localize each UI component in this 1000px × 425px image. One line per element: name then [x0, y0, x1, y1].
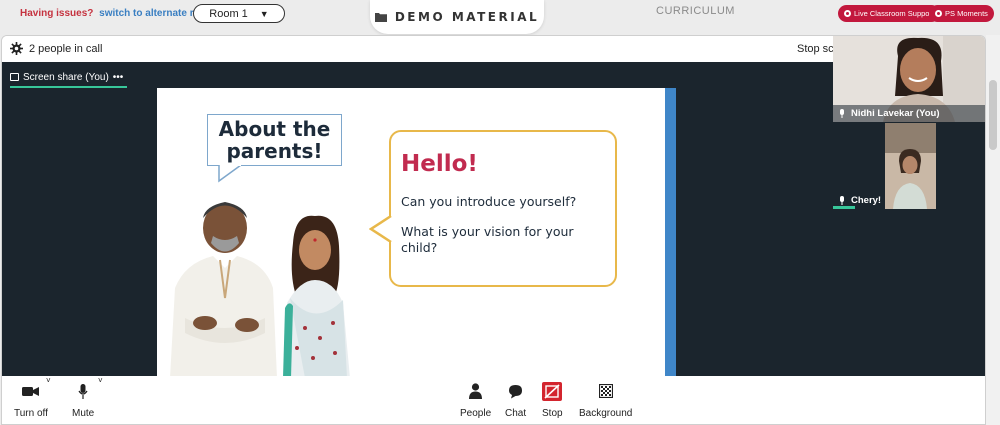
tab-demo-material[interactable]: DEMO MATERIAL [370, 0, 544, 34]
hello-heading: Hello! [401, 151, 478, 177]
live-support-button[interactable]: Live Classroom Support [838, 5, 941, 22]
participant-name-chery: Chery! [851, 195, 882, 206]
issues-notice: Having issues? switch to alternate room [20, 8, 215, 19]
about-parents-box: About the parents! [207, 114, 342, 166]
tab-curriculum[interactable]: CURRICULUM [656, 5, 735, 17]
stop-share-button[interactable]: Stop [542, 380, 563, 419]
people-button[interactable]: People [460, 380, 491, 419]
ps-moments-label: PS Moments [945, 9, 988, 18]
speaking-indicator [833, 206, 855, 209]
people-icon [469, 383, 483, 399]
moments-icon [935, 10, 942, 17]
parents-photo [170, 202, 350, 376]
more-options-icon[interactable]: ••• [113, 72, 124, 83]
live-support-label: Live Classroom Support [854, 9, 935, 18]
video-camera-icon [22, 386, 40, 396]
chat-button-label: Chat [505, 408, 527, 419]
question-introduce: Can you introduce yourself? [401, 194, 577, 209]
speech-tail [218, 165, 242, 183]
background-button[interactable]: Background [579, 380, 632, 419]
people-in-call-count: 2 people in call [29, 43, 103, 55]
chat-button[interactable]: Chat [505, 380, 526, 419]
ps-moments-button[interactable]: PS Moments [929, 5, 994, 22]
camera-button-label: Turn off [14, 408, 48, 419]
stop-share-icon [542, 381, 563, 401]
about-title: About the parents! [218, 117, 331, 163]
participant-name-self: Nidhi Lavekar (You) [851, 108, 940, 119]
issues-text: Having issues? [20, 8, 94, 19]
mute-button-label: Mute [72, 408, 95, 419]
tab-demo-material-label: DEMO MATERIAL [394, 10, 540, 24]
participant-name-bar: Chery! [833, 192, 985, 209]
microphone-icon [840, 109, 844, 118]
call-window: 2 people in call Stop screen sharing ✕ P… [1, 35, 986, 425]
background-button-label: Background [579, 408, 633, 419]
folder-icon [374, 13, 387, 22]
monitor-icon [10, 73, 19, 81]
participant-name-bar: Nidhi Lavekar (You) [833, 105, 985, 122]
mute-button[interactable]: Mute [72, 380, 94, 419]
screen-share-tab-label: Screen share (You) [23, 71, 109, 83]
chat-icon [509, 384, 523, 398]
stop-share-button-label: Stop [542, 408, 563, 419]
screen-share-tab[interactable]: Screen share (You) ••• [10, 68, 123, 86]
microphone-icon [840, 196, 844, 205]
room-select-value: Room 1 [209, 7, 248, 20]
call-controls: Turn off ˅ Mute ˅ People Chat Stop Backg… [2, 376, 985, 424]
participant-tile-self[interactable]: Nidhi Lavekar (You) [833, 36, 985, 122]
participant-tile-chery[interactable]: Chery! [833, 123, 985, 209]
question-vision: What is your vision for your child? [401, 224, 574, 255]
background-icon [598, 384, 613, 398]
camera-button[interactable]: Turn off [14, 380, 48, 419]
scrollbar-thumb[interactable] [989, 80, 997, 150]
top-bar: Having issues? switch to alternate room … [0, 0, 1000, 34]
chevron-down-icon[interactable]: ˅ [46, 376, 51, 385]
page-scrollbar[interactable] [986, 35, 1000, 425]
room-select[interactable]: Room 1 ▼ [193, 4, 285, 23]
shared-slide: About the parents! Hello! Can you introd… [157, 88, 665, 376]
microphone-icon [78, 383, 88, 399]
slide-edge-bar [665, 88, 676, 376]
active-tab-indicator [10, 86, 127, 88]
caret-down-icon: ▼ [259, 8, 269, 19]
gear-icon[interactable] [10, 42, 23, 55]
people-button-label: People [460, 408, 492, 419]
chevron-down-icon[interactable]: ˅ [98, 376, 103, 385]
support-icon [844, 10, 851, 17]
